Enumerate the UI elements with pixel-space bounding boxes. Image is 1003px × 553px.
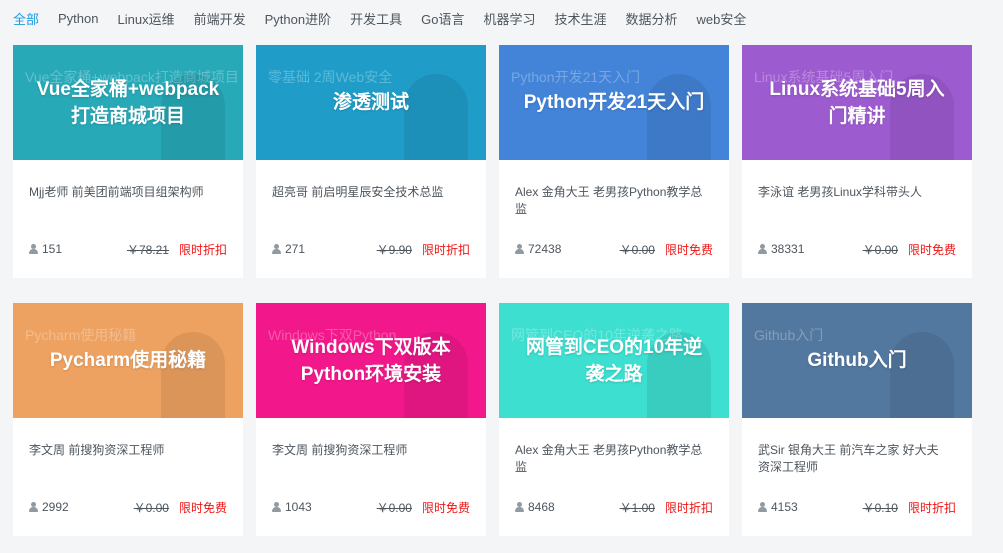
instructor-photo (161, 332, 225, 418)
course-meta: 1043 ￥0.00 限时免费 (272, 499, 470, 515)
user-icon (272, 244, 281, 254)
tab-3[interactable]: 前端开发 (194, 9, 246, 28)
course-card[interactable]: Github入门 Github入门 武Sir 银角大王 前汽车之家 好大夫资深工… (742, 303, 972, 536)
course-card[interactable]: Windows下双Python Windows下双版本Python环境安装 李文… (256, 303, 486, 536)
course-cover[interactable]: 零基础 2周Web安全 渗透测试 (256, 45, 486, 160)
teacher-info: Alex 金角大王 老男孩Python教学总监 (515, 185, 703, 216)
course-meta: 38331 ￥0.00 限时免费 (758, 241, 956, 257)
tab-10[interactable]: web安全 (697, 9, 747, 28)
original-price: ￥0.10 (862, 500, 898, 515)
original-price: ￥9.90 (376, 242, 412, 257)
teacher-info: 李泳谊 老男孩Linux学科带头人 (758, 185, 923, 199)
original-price: ￥0.00 (133, 500, 169, 515)
tab-5[interactable]: 开发工具 (350, 9, 402, 28)
original-price: ￥78.21 (126, 242, 169, 257)
course-title: 渗透测试 (332, 92, 409, 113)
course-cover[interactable]: Vue全家桶+webpack打造商城项目 Vue全家桶+webpack打造商城项… (13, 45, 243, 160)
course-meta: 72438 ￥0.00 限时免费 (515, 241, 713, 257)
course-card[interactable]: Pycharm使用秘籍 Pycharm使用秘籍 李文周 前搜狗资深工程师 299… (13, 303, 243, 536)
tab-6[interactable]: Go语言 (421, 9, 464, 28)
teacher-info: 李文周 前搜狗资深工程师 (272, 443, 408, 457)
original-price: ￥1.00 (619, 500, 655, 515)
user-icon (758, 244, 767, 254)
course-meta: 2992 ￥0.00 限时免费 (29, 499, 227, 515)
course-title: Linux系统基础5周入门精讲 (769, 78, 945, 127)
teacher-info: 李文周 前搜狗资深工程师 (29, 443, 165, 457)
course-cover[interactable]: Github入门 Github入门 (742, 303, 972, 418)
user-icon (515, 244, 524, 254)
cover-watermark-text: Python开发21天入门 (511, 69, 641, 85)
course-cover[interactable]: 网管到CEO的10年逆袭之路 网管到CEO的10年逆袭之路 (499, 303, 729, 418)
student-count: 38331 (771, 242, 805, 256)
instructor-photo (404, 74, 468, 160)
course-cover[interactable]: Python开发21天入门 Python开发21天入门 (499, 45, 729, 160)
user-icon (29, 244, 38, 254)
course-card[interactable]: 网管到CEO的10年逆袭之路 网管到CEO的10年逆袭之路 Alex 金角大王 … (499, 303, 729, 536)
course-card[interactable]: 零基础 2周Web安全 渗透测试 超亮哥 前启明星辰安全技术总监 271 ￥9.… (256, 45, 486, 278)
teacher-info: Mjj老师 前美团前端项目组架构师 (29, 185, 204, 199)
student-count: 2992 (42, 500, 69, 514)
promo-label: 限时折扣 (178, 242, 227, 257)
student-count: 8468 (528, 500, 555, 514)
tab-0[interactable]: 全部 (13, 9, 39, 28)
original-price: ￥0.00 (862, 242, 898, 257)
student-count: 4153 (771, 500, 798, 514)
category-tabs: 全部 Python Linux运维 前端开发 Python进阶 开发工具 Go语言 机器学习技… (0, 0, 1003, 36)
student-count: 271 (285, 242, 306, 256)
course-title: Python开发21天入门 (523, 92, 705, 113)
instructor-photo (890, 332, 954, 418)
course-title: Github入门 (807, 350, 907, 371)
promo-label: 限时免费 (664, 242, 713, 257)
cover-watermark-text: Pycharm使用秘籍 (25, 327, 137, 343)
teacher-info: 超亮哥 前启明星辰安全技术总监 (272, 185, 444, 199)
course-meta: 8468 ￥1.00 限时折扣 (515, 499, 713, 515)
course-title: Vue全家桶+webpack打造商城项目 (36, 78, 220, 127)
course-card[interactable]: Linux系统基础5周入门 Linux系统基础5周入门精讲 李泳谊 老男孩Lin… (742, 45, 972, 278)
tab-9[interactable]: 数据分析 (625, 9, 677, 28)
course-meta: 271 ￥9.90 限时折扣 (272, 241, 470, 257)
student-count: 151 (42, 242, 63, 256)
course-grid: Vue全家桶+webpack打造商城项目 Vue全家桶+webpack打造商城项… (13, 45, 972, 536)
course-cover[interactable]: Linux系统基础5周入门 Linux系统基础5周入门精讲 (742, 45, 972, 160)
instructor-photo (647, 74, 711, 160)
user-icon (515, 502, 524, 512)
cover-watermark-text: 零基础 2周Web安全 (268, 69, 393, 85)
course-meta: 151 ￥78.21 限时折扣 (29, 241, 227, 257)
tab-8[interactable]: 技术生涯 (554, 9, 606, 28)
course-title: 网管到CEO的10年逆袭之路 (525, 336, 703, 385)
course-title: Pycharm使用秘籍 (49, 350, 207, 371)
promo-label: 限时折扣 (907, 500, 956, 515)
original-price: ￥0.00 (376, 500, 412, 515)
course-meta: 4153 ￥0.10 限时折扣 (758, 499, 956, 515)
promo-label: 限时免费 (421, 500, 470, 515)
tab-4[interactable]: Python进阶 (265, 9, 331, 28)
student-count: 1043 (285, 500, 312, 514)
tab-7[interactable]: 机器学习 (483, 9, 535, 28)
tab-2[interactable]: Linux运维 (118, 9, 175, 28)
course-cover[interactable]: Pycharm使用秘籍 Pycharm使用秘籍 (13, 303, 243, 418)
user-icon (758, 502, 767, 512)
teacher-info: 武Sir 银角大王 前汽车之家 好大夫资深工程师 (758, 443, 939, 474)
course-cover[interactable]: Windows下双Python Windows下双版本Python环境安装 (256, 303, 486, 418)
promo-label: 限时折扣 (664, 500, 713, 515)
course-card[interactable]: Python开发21天入门 Python开发21天入门 Alex 金角大王 老男… (499, 45, 729, 278)
teacher-info: Alex 金角大王 老男孩Python教学总监 (515, 443, 703, 474)
promo-label: 限时免费 (178, 500, 227, 515)
tab-1[interactable]: Python (58, 11, 98, 26)
user-icon (29, 502, 38, 512)
original-price: ￥0.00 (619, 242, 655, 257)
user-icon (272, 502, 281, 512)
student-count: 72438 (528, 242, 562, 256)
promo-label: 限时折扣 (421, 242, 470, 257)
promo-label: 限时免费 (907, 242, 956, 257)
course-title: Windows下双版本Python环境安装 (291, 336, 451, 385)
course-card[interactable]: Vue全家桶+webpack打造商城项目 Vue全家桶+webpack打造商城项… (13, 45, 243, 278)
cover-watermark-text: Github入门 (754, 327, 824, 343)
